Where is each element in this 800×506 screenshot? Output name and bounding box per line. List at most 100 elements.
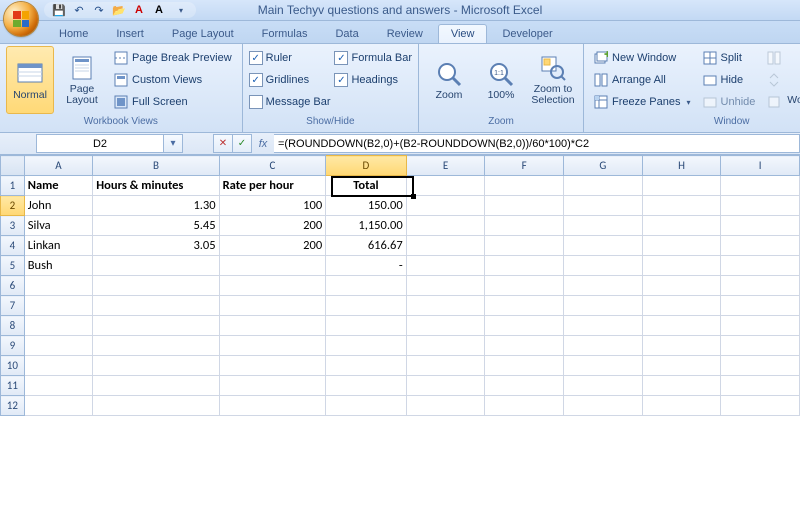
cell-A11[interactable]: [24, 376, 93, 396]
cell-B1[interactable]: Hours & minutes: [93, 176, 219, 196]
col-header-B[interactable]: B: [93, 156, 219, 176]
row-header-5[interactable]: 5: [1, 256, 25, 276]
cell-G9[interactable]: [563, 336, 642, 356]
cell-E12[interactable]: [406, 396, 485, 416]
cell-D2[interactable]: 150.00: [326, 196, 407, 216]
col-header-H[interactable]: H: [642, 156, 721, 176]
cell-I9[interactable]: [721, 336, 800, 356]
tab-insert[interactable]: Insert: [103, 24, 157, 43]
row-header-6[interactable]: 6: [1, 276, 25, 296]
row-header-7[interactable]: 7: [1, 296, 25, 316]
headings-checkbox-row[interactable]: Headings: [334, 70, 412, 90]
row-header-2[interactable]: 2: [1, 196, 25, 216]
cell-D10[interactable]: [326, 356, 407, 376]
row-header-4[interactable]: 4: [1, 236, 25, 256]
cell-A4[interactable]: Linkan: [24, 236, 93, 256]
fx-icon[interactable]: fx: [252, 138, 274, 150]
cell-E2[interactable]: [406, 196, 485, 216]
cell-G6[interactable]: [563, 276, 642, 296]
cell-C4[interactable]: 200: [219, 236, 326, 256]
cell-G12[interactable]: [563, 396, 642, 416]
worksheet-area[interactable]: ABCDEFGHI 1NameHours & minutesRate per h…: [0, 155, 800, 506]
page-layout-button[interactable]: Page Layout: [58, 46, 106, 114]
cell-I11[interactable]: [721, 376, 800, 396]
cell-I6[interactable]: [721, 276, 800, 296]
col-header-G[interactable]: G: [563, 156, 642, 176]
row-header-9[interactable]: 9: [1, 336, 25, 356]
qat-redo-icon[interactable]: ↷: [92, 3, 106, 17]
cell-B2[interactable]: 1.30: [93, 196, 219, 216]
cell-F2[interactable]: [485, 196, 564, 216]
qat-open-icon[interactable]: 📂: [112, 3, 126, 17]
cell-E10[interactable]: [406, 356, 485, 376]
cell-B5[interactable]: [93, 256, 219, 276]
formula-bar-checkbox[interactable]: [334, 51, 348, 65]
cell-B11[interactable]: [93, 376, 219, 396]
cell-F11[interactable]: [485, 376, 564, 396]
cell-G4[interactable]: [563, 236, 642, 256]
cell-E6[interactable]: [406, 276, 485, 296]
qat-fontcolor-red-icon[interactable]: A: [132, 3, 146, 17]
cell-F5[interactable]: [485, 256, 564, 276]
cell-E11[interactable]: [406, 376, 485, 396]
cell-C8[interactable]: [219, 316, 326, 336]
col-header-A[interactable]: A: [24, 156, 93, 176]
cell-G1[interactable]: [563, 176, 642, 196]
cell-A8[interactable]: [24, 316, 93, 336]
split-button[interactable]: Split: [699, 48, 760, 68]
headings-checkbox[interactable]: [334, 73, 348, 87]
cell-H1[interactable]: [642, 176, 721, 196]
cell-H4[interactable]: [642, 236, 721, 256]
cell-G11[interactable]: [563, 376, 642, 396]
cell-grid[interactable]: ABCDEFGHI 1NameHours & minutesRate per h…: [0, 155, 800, 416]
cell-A12[interactable]: [24, 396, 93, 416]
cell-D3[interactable]: 1,150.00: [326, 216, 407, 236]
name-box-dropdown[interactable]: ▾: [164, 134, 183, 153]
select-all-corner[interactable]: [1, 156, 25, 176]
cell-B7[interactable]: [93, 296, 219, 316]
cell-E4[interactable]: [406, 236, 485, 256]
qat-save-icon[interactable]: 💾: [52, 3, 66, 17]
name-box[interactable]: D2: [36, 134, 164, 153]
cell-H6[interactable]: [642, 276, 721, 296]
cell-I3[interactable]: [721, 216, 800, 236]
col-header-I[interactable]: I: [721, 156, 800, 176]
cell-C5[interactable]: [219, 256, 326, 276]
freeze-panes-button[interactable]: Freeze Panes▾: [590, 92, 695, 112]
message-bar-checkbox-row[interactable]: Message Bar: [249, 92, 331, 112]
cell-A6[interactable]: [24, 276, 93, 296]
cell-C7[interactable]: [219, 296, 326, 316]
cell-C1[interactable]: Rate per hour: [219, 176, 326, 196]
cell-A10[interactable]: [24, 356, 93, 376]
cell-D7[interactable]: [326, 296, 407, 316]
cell-G5[interactable]: [563, 256, 642, 276]
tab-home[interactable]: Home: [46, 24, 101, 43]
cell-E8[interactable]: [406, 316, 485, 336]
cell-F1[interactable]: [485, 176, 564, 196]
cell-B3[interactable]: 5.45: [93, 216, 219, 236]
cell-I4[interactable]: [721, 236, 800, 256]
gridlines-checkbox[interactable]: [249, 73, 263, 87]
cell-D5[interactable]: -: [326, 256, 407, 276]
col-header-C[interactable]: C: [219, 156, 326, 176]
cell-B4[interactable]: 3.05: [93, 236, 219, 256]
custom-views-button[interactable]: Custom Views: [110, 70, 236, 90]
qat-fontcolor-black-icon[interactable]: A: [152, 3, 166, 17]
cell-I7[interactable]: [721, 296, 800, 316]
normal-view-button[interactable]: Normal: [6, 46, 54, 114]
qat-undo-icon[interactable]: ↶: [72, 3, 86, 17]
cell-C2[interactable]: 100: [219, 196, 326, 216]
cell-B10[interactable]: [93, 356, 219, 376]
cell-F4[interactable]: [485, 236, 564, 256]
cell-E9[interactable]: [406, 336, 485, 356]
cell-F12[interactable]: [485, 396, 564, 416]
cell-H7[interactable]: [642, 296, 721, 316]
cell-I1[interactable]: [721, 176, 800, 196]
row-header-10[interactable]: 10: [1, 356, 25, 376]
col-header-D[interactable]: D: [326, 156, 407, 176]
tab-review[interactable]: Review: [374, 24, 436, 43]
cell-B6[interactable]: [93, 276, 219, 296]
cell-G3[interactable]: [563, 216, 642, 236]
cell-H12[interactable]: [642, 396, 721, 416]
save-workspace-button[interactable]: Save Workspace: [789, 46, 800, 114]
